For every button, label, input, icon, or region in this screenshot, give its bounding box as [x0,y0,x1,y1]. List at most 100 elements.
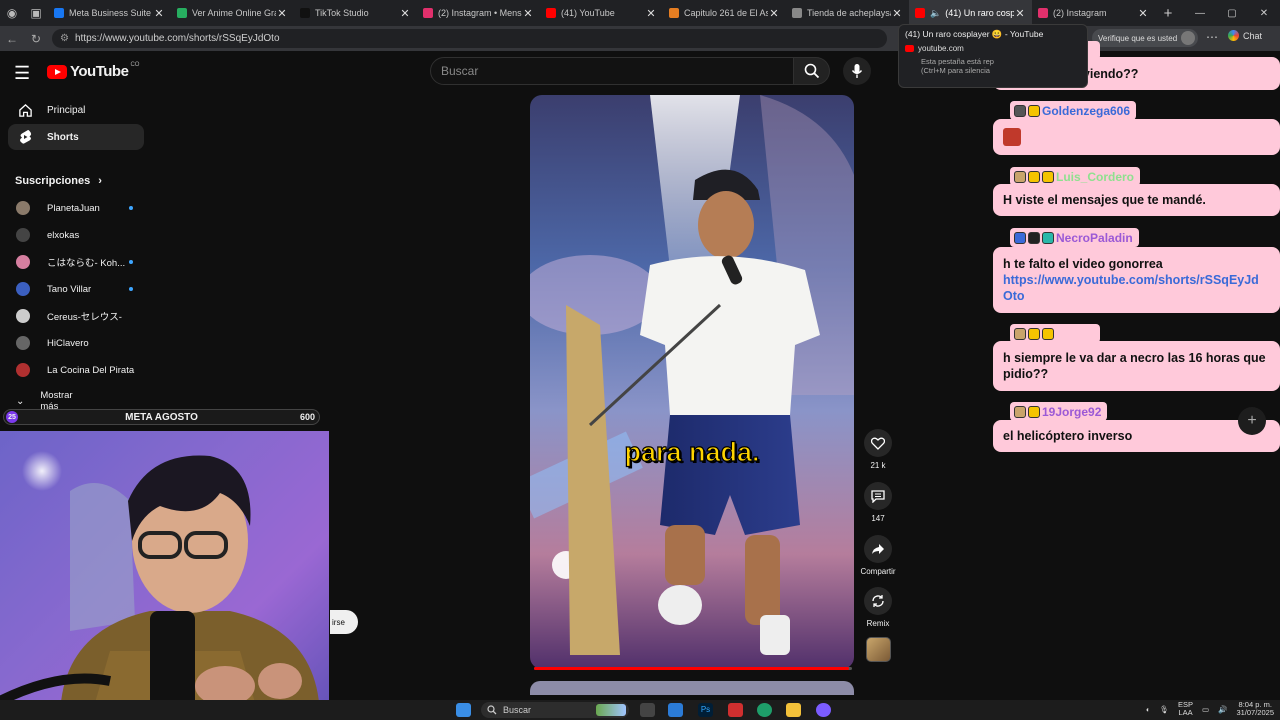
tab-close-icon[interactable]: ✕ [522,7,534,20]
new-tab-button[interactable]: + [1155,5,1181,22]
photoshop-icon[interactable]: Ps [698,703,713,717]
widget-thumbnail-icon[interactable] [596,704,626,716]
app-icon[interactable] [668,703,683,717]
tab-close-icon[interactable]: ✕ [276,7,288,20]
browser-tab[interactable]: TikTok Studio ✕ [294,0,417,26]
channel-name: こはならむ- Koh... [47,258,126,269]
browser-tab[interactable]: 🔈 (41) Un raro cosplayer✕ [909,0,1032,26]
volume-icon[interactable]: 🔊 [1218,705,1227,714]
search-button[interactable] [794,57,830,85]
plus-button[interactable]: + [1238,407,1266,435]
edge-browser-icon[interactable] [757,703,772,717]
tray-icon[interactable]: ◐ [1146,705,1151,714]
speaker-icon[interactable]: 🔈 [930,8,941,19]
sidebar-item-principal[interactable]: Principal [8,97,144,123]
browser-tab-strip: ◉ ▣ Meta Business Suite ✕ Ver Anime Online… [0,0,1280,26]
browser-tab[interactable]: Capitulo 261 de El Aser✕ [663,0,786,26]
search-placeholder: Buscar [441,64,479,78]
short-video-player[interactable]: para nada. [530,95,854,669]
subscription-item[interactable]: HiClavero [16,333,146,353]
youtube-logo[interactable]: YouTube CO [47,62,139,80]
tab-favicon-icon [792,8,802,18]
tab-close-icon[interactable]: ✕ [645,7,657,20]
comment-count: 147 [871,514,885,523]
chat-message-text: h siempre le va dar a necro las 16 horas… [1003,351,1266,381]
mic-tray-icon[interactable]: 🎙 [1159,705,1169,714]
tab-close-icon[interactable]: ✕ [891,7,903,20]
network-icon[interactable]: ▭ [1202,705,1209,714]
verify-identity-pill[interactable]: Verifique que es usted [1092,29,1198,47]
channel-avatar [16,228,30,242]
tab-favicon-icon [546,8,556,18]
chat-button[interactable]: Chat [1228,30,1262,41]
tab-close-icon[interactable]: ✕ [1014,7,1026,20]
tab-close-icon[interactable]: ✕ [399,7,411,20]
voice-search-button[interactable] [843,57,871,85]
profile-icon[interactable]: ◉ [0,1,24,25]
browser-menu-icon[interactable]: ⋯ [1206,30,1218,44]
site-info-icon[interactable]: ⚙ [60,33,69,44]
badge-icon [1014,170,1026,183]
youtube-play-icon [47,64,67,79]
tab-close-icon[interactable]: ✕ [153,7,165,20]
subscription-item[interactable]: elxokas [16,225,146,245]
tab-groups-icon[interactable]: ▣ [24,1,48,25]
tab-close-icon[interactable]: ✕ [1137,7,1149,20]
app-icon[interactable] [728,703,743,717]
share-label: Compartir [860,567,896,576]
chat-message: h siempre le va dar a necro las 16 horas… [993,341,1280,391]
browser-tab[interactable]: (2) Instagram ✕ [1032,0,1155,26]
tab-title: Ver Anime Online Grat [192,8,276,18]
browser-tab[interactable]: Tienda de acheplaysae ✕ [786,0,909,26]
close-window-icon[interactable]: ✕ [1248,0,1280,26]
remix-button[interactable] [864,587,892,615]
channel-avatar [16,309,30,323]
search-input[interactable]: Buscar [430,57,794,85]
subscription-item[interactable]: Tano Villar [16,279,146,299]
next-short-preview[interactable] [530,681,854,695]
task-view-icon[interactable] [640,703,655,717]
url-field[interactable]: ⚙ https://www.youtube.com/shorts/rSSqEyJ… [52,29,887,48]
screen: { "browser": { "tabs": [ {"title": "Meta… [0,0,1280,720]
subscription-item[interactable]: Cereus-セレウス- [16,306,146,326]
chat-link[interactable]: https://www.youtube.com/shorts/rSSqEyJdO… [1003,272,1267,304]
file-explorer-icon[interactable] [786,703,801,717]
badge-icon [1028,327,1040,340]
home-icon [18,103,32,117]
window-controls: — ▢ ✕ [1184,0,1280,26]
new-content-dot [129,287,133,291]
browser-tab[interactable]: (2) Instagram • Mensaje✕ [417,0,540,26]
discord-icon[interactable] [816,703,831,717]
back-icon[interactable]: ← [0,32,24,46]
channel-name: Tano Villar [47,283,92,295]
sidebar-item-shorts[interactable]: Shorts [8,124,144,150]
browser-tab[interactable]: Meta Business Suite ✕ [48,0,171,26]
like-button[interactable] [864,429,892,457]
reload-icon[interactable]: ↻ [24,32,48,46]
sound-thumbnail[interactable] [866,637,891,662]
subscription-item[interactable]: こはならむ- Koh... [16,252,146,272]
tab-favicon-icon [423,8,433,18]
subscription-item[interactable]: PlanetaJuan [16,198,146,218]
subscriptions-heading[interactable]: Suscripciones › [15,175,102,187]
clock-date: 31/07/2025 [1236,708,1274,717]
share-button[interactable] [864,535,892,563]
minimize-icon[interactable]: — [1184,0,1216,26]
video-progress-bar[interactable] [534,667,852,670]
tab-close-icon[interactable]: ✕ [768,7,780,20]
goal-title: META AGOSTO [125,411,198,423]
partial-button[interactable]: irse [330,610,358,634]
subscription-item[interactable]: La Cocina Del Pirata [16,360,146,380]
browser-tab[interactable]: Ver Anime Online Grat ✕ [171,0,294,26]
maximize-icon[interactable]: ▢ [1216,0,1248,26]
language-indicator[interactable]: ESP LAA [1178,701,1193,717]
comment-button[interactable] [864,482,892,510]
chat-username-1: Goldenzega606 [1010,101,1137,120]
badge-icon [1042,170,1054,183]
browser-tab[interactable]: (41) YouTube ✕ [540,0,663,26]
hover-title: (41) Un raro cosplayer 😀 - YouTube [905,29,1044,39]
menu-icon[interactable]: ☰ [14,63,30,84]
tab-favicon-icon [300,8,310,18]
windows-start-icon[interactable] [456,703,471,717]
clock[interactable]: 8:04 p. m. 31/07/2025 [1236,701,1274,717]
